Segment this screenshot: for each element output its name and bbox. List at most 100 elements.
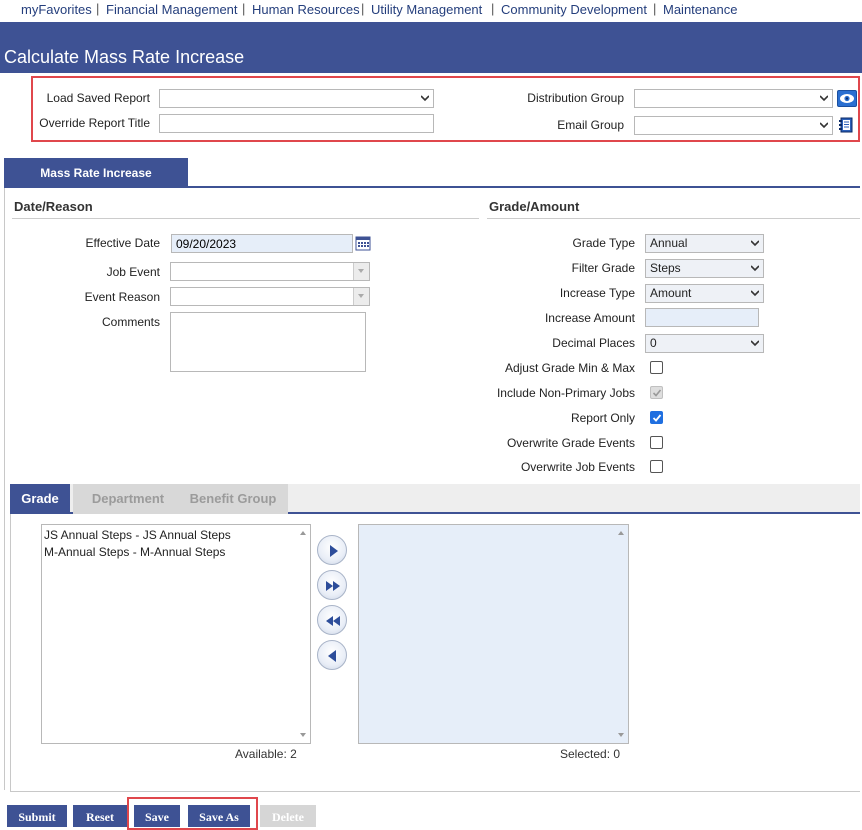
- adjust-grade-minmax-checkbox[interactable]: [650, 361, 663, 374]
- increase-type-label: Increase Type: [559, 286, 635, 300]
- view-distribution-group-button[interactable]: [837, 90, 857, 107]
- move-right-button[interactable]: [317, 535, 347, 565]
- move-left-button[interactable]: [317, 640, 347, 670]
- nav-myfavorites[interactable]: myFavorites: [21, 2, 92, 17]
- nav-human-resources[interactable]: Human Resources: [252, 2, 360, 17]
- checkmark-icon: [652, 389, 662, 397]
- chevron-down-icon: [751, 265, 759, 272]
- nav-financial-management[interactable]: Financial Management: [106, 2, 238, 17]
- nav-separator: |: [242, 1, 246, 16]
- subtab-grade[interactable]: Grade: [10, 484, 70, 514]
- double-arrow-left-icon: [326, 616, 340, 626]
- subtab-bar: Grade Department Benefit Group: [10, 484, 860, 514]
- scroll-down-icon[interactable]: [617, 732, 625, 738]
- move-all-left-button[interactable]: [317, 605, 347, 635]
- calendar-button[interactable]: [355, 235, 371, 251]
- distribution-group-label: Distribution Group: [527, 91, 624, 105]
- scroll-up-icon[interactable]: [617, 530, 625, 536]
- top-nav: myFavorites | Financial Management | Hum…: [0, 0, 862, 22]
- increase-amount-label: Increase Amount: [544, 311, 635, 325]
- save-button[interactable]: Save: [134, 805, 180, 827]
- decimal-places-label: Decimal Places: [552, 336, 635, 350]
- move-all-right-button[interactable]: [317, 570, 347, 600]
- section-divider: [487, 218, 860, 219]
- nav-separator: |: [96, 1, 100, 16]
- scroll-down-icon[interactable]: [299, 732, 307, 738]
- event-reason-label: Event Reason: [84, 290, 160, 304]
- filter-grade-select[interactable]: Steps: [645, 259, 764, 278]
- chevron-down-icon: [751, 290, 759, 297]
- list-item[interactable]: JS Annual Steps - JS Annual Steps: [44, 528, 231, 542]
- submit-button[interactable]: Submit: [7, 805, 67, 827]
- include-nonprimary-jobs-label: Include Non-Primary Jobs: [496, 386, 635, 400]
- increase-type-select[interactable]: Amount: [645, 284, 764, 303]
- nav-community-development[interactable]: Community Development: [501, 2, 647, 17]
- increase-amount-input[interactable]: [645, 308, 759, 327]
- override-report-title-input[interactable]: [159, 114, 434, 133]
- nav-separator: |: [361, 1, 365, 16]
- reset-button[interactable]: Reset: [73, 805, 127, 827]
- selected-grades-list[interactable]: [358, 524, 629, 744]
- selected-count: Selected: 0: [560, 747, 621, 761]
- save-as-button[interactable]: Save As: [188, 805, 250, 827]
- subtab-department[interactable]: Department: [73, 484, 183, 514]
- list-item[interactable]: M-Annual Steps - M-Annual Steps: [44, 545, 225, 559]
- chevron-down-icon: [751, 240, 759, 247]
- email-group-label: Email Group: [557, 118, 624, 132]
- chevron-down-icon: [421, 95, 429, 102]
- page-title: Calculate Mass Rate Increase: [4, 47, 245, 67]
- grade-amount-heading: Grade/Amount: [489, 199, 580, 214]
- arrow-left-icon: [328, 650, 336, 662]
- nav-separator: |: [653, 1, 657, 16]
- filter-grade-label: Filter Grade: [571, 261, 635, 275]
- load-saved-report-select[interactable]: [159, 89, 434, 108]
- nav-maintenance[interactable]: Maintenance: [663, 2, 737, 17]
- tab-mass-rate-increase[interactable]: Mass Rate Increase: [4, 158, 188, 186]
- email-group-select[interactable]: [634, 116, 833, 135]
- overwrite-job-events-checkbox[interactable]: [650, 460, 663, 473]
- checkmark-icon: [652, 414, 662, 422]
- notebook-icon: [839, 117, 853, 133]
- grade-type-select[interactable]: Annual: [645, 234, 764, 253]
- overwrite-job-events-label: Overwrite Job Events: [520, 460, 635, 474]
- nav-utility-management[interactable]: Utility Management: [371, 2, 482, 17]
- panel-border-left: [4, 188, 5, 790]
- section-divider: [12, 218, 479, 219]
- report-only-checkbox[interactable]: [650, 411, 663, 424]
- effective-date-label: Effective Date: [85, 236, 160, 250]
- available-count: Available: 2: [235, 747, 297, 761]
- chevron-down-icon: [358, 294, 364, 298]
- chevron-down-icon: [820, 95, 828, 102]
- overwrite-grade-events-checkbox[interactable]: [650, 436, 663, 449]
- adjust-grade-minmax-label: Adjust Grade Min & Max: [504, 361, 635, 375]
- subtab-benefit-group[interactable]: Benefit Group: [178, 484, 288, 514]
- overwrite-grade-events-label: Overwrite Grade Events: [506, 436, 635, 450]
- available-grades-list[interactable]: JS Annual Steps - JS Annual Steps M-Annu…: [41, 524, 311, 744]
- date-reason-heading: Date/Reason: [14, 199, 93, 214]
- calendar-icon: [355, 236, 371, 251]
- email-group-details-button[interactable]: [838, 117, 854, 134]
- tab-underline: [4, 186, 860, 188]
- comments-textarea[interactable]: [170, 312, 366, 372]
- chevron-down-icon: [820, 122, 828, 129]
- event-reason-select[interactable]: [170, 287, 370, 306]
- delete-button: Delete: [260, 805, 316, 827]
- distribution-group-select[interactable]: [634, 89, 833, 108]
- arrow-right-icon: [330, 545, 338, 557]
- effective-date-input[interactable]: [171, 234, 353, 253]
- decimal-places-select[interactable]: 0: [645, 334, 764, 353]
- override-report-title-label: Override Report Title: [39, 116, 150, 130]
- include-nonprimary-jobs-checkbox: [650, 386, 663, 399]
- nav-separator: |: [491, 1, 495, 16]
- job-event-label: Job Event: [106, 265, 160, 279]
- chevron-down-icon: [751, 340, 759, 347]
- load-saved-report-label: Load Saved Report: [46, 91, 150, 105]
- comments-label: Comments: [101, 315, 160, 329]
- double-arrow-right-icon: [326, 581, 340, 591]
- eye-icon: [840, 94, 854, 103]
- scroll-up-icon[interactable]: [299, 530, 307, 536]
- chevron-down-icon: [358, 269, 364, 273]
- job-event-select[interactable]: [170, 262, 370, 281]
- report-only-label: Report Only: [570, 411, 635, 425]
- grade-type-label: Grade Type: [572, 236, 635, 250]
